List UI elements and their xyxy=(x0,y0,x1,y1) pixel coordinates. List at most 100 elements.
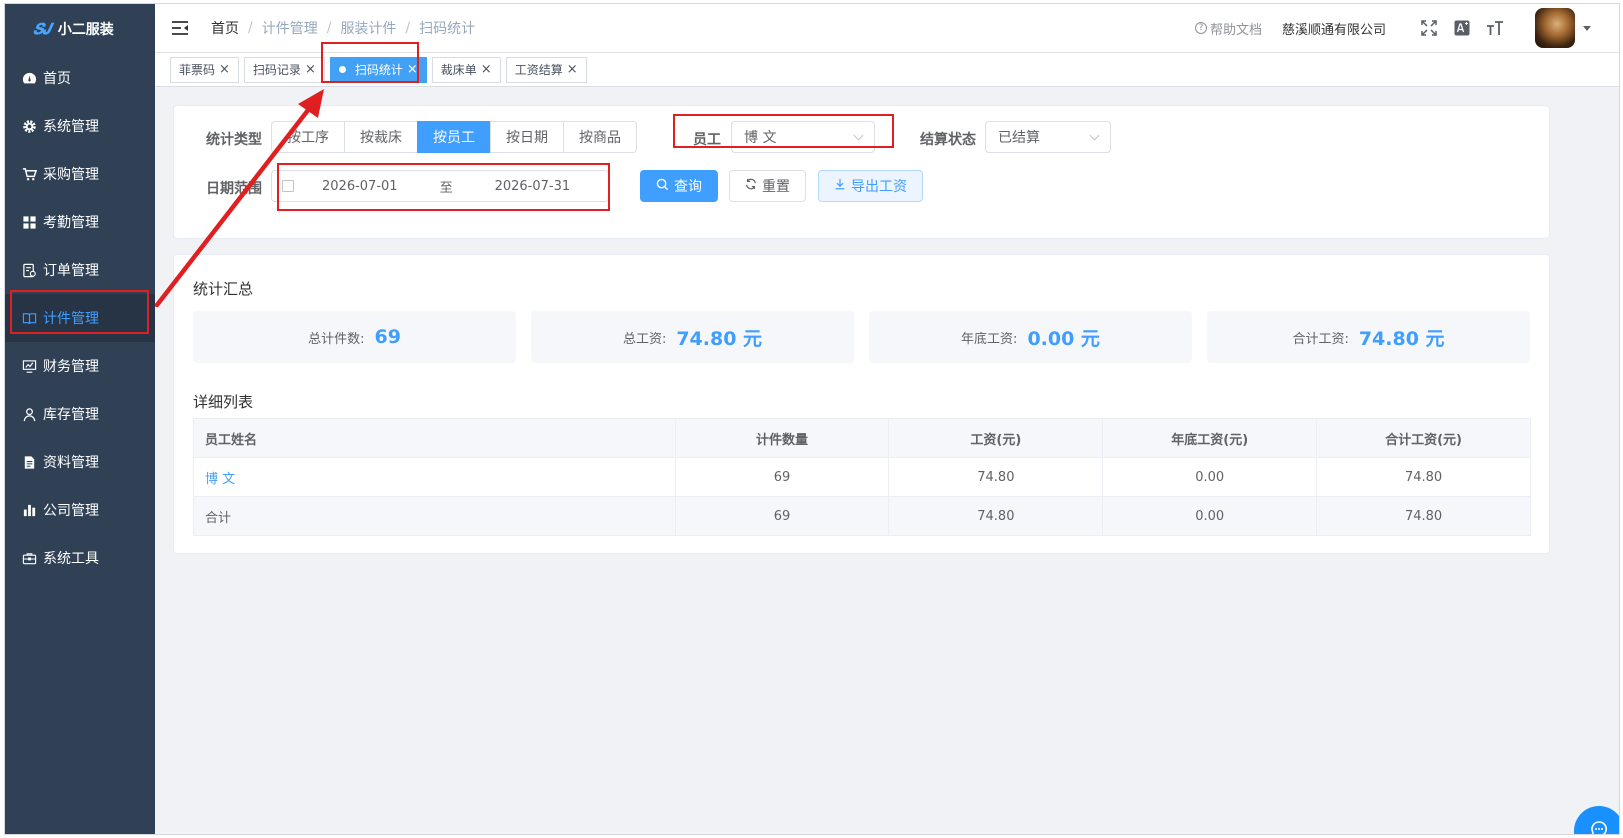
tag-label: 裁床单 xyxy=(440,63,477,77)
stat-type-by-date[interactable]: 按日期 xyxy=(490,121,564,153)
sidebar-item-label: 计件管理 xyxy=(43,311,99,327)
sidebar-item-tools[interactable]: 系统工具 xyxy=(5,534,155,582)
menu-toggle-icon[interactable] xyxy=(171,20,189,36)
stat-label: 合计工资: xyxy=(1292,331,1349,347)
sidebar-item-label: 公司管理 xyxy=(43,503,99,519)
help-docs-label: 帮助文档 xyxy=(1209,22,1262,38)
table-cell: 69 xyxy=(674,496,890,536)
date-start-input[interactable]: 2026-07-01 xyxy=(322,179,398,194)
chevron-down-icon[interactable] xyxy=(1583,25,1591,31)
navbar-right: ? 帮助文档 慈溪顺通有限公司 xyxy=(1194,4,1619,52)
tags-view: 菲票码 × 扫码记录 × 扫码统计 × 裁床单 × 工资结算 × xyxy=(155,53,1619,87)
app-logo[interactable]: 𝑺𝑱 小二服装 xyxy=(5,4,155,54)
page-content: 统计类型 按工序 按裁床 按员工 按日期 按商品 员工 博 文 结算状态 已结算 xyxy=(155,88,1619,834)
stat-type-label: 统计类型 xyxy=(206,132,262,148)
date-range-separator: 至 xyxy=(439,180,453,196)
employee-select[interactable]: 博 文 xyxy=(731,121,875,153)
column-header[interactable]: 合计工资(元) xyxy=(1316,418,1531,458)
sidebar-item-label: 资料管理 xyxy=(43,455,99,471)
breadcrumb-item: 计件管理 xyxy=(261,21,318,37)
stat-type-by-cutting[interactable]: 按裁床 xyxy=(344,121,418,153)
search-icon xyxy=(656,178,669,195)
stat-type-by-product[interactable]: 按商品 xyxy=(563,121,637,153)
chat-icon xyxy=(1589,819,1609,834)
sidebar-item-attendance[interactable]: 考勤管理 xyxy=(5,198,155,246)
tag-feipiao[interactable]: 菲票码 × xyxy=(170,56,239,83)
sidebar-item-label: 系统管理 xyxy=(43,119,99,135)
close-icon[interactable]: × xyxy=(567,62,578,77)
order-icon xyxy=(21,262,37,278)
sidebar-item-purchase[interactable]: 采购管理 xyxy=(5,150,155,198)
sidebar-item-system[interactable]: 系统管理 xyxy=(5,102,155,150)
help-docs-link[interactable]: ? 帮助文档 xyxy=(1194,19,1262,38)
sidebar-item-label: 采购管理 xyxy=(43,167,99,183)
fullscreen-icon[interactable] xyxy=(1420,19,1438,37)
reset-button-label: 重置 xyxy=(762,179,790,195)
document-icon xyxy=(21,454,37,470)
column-header[interactable]: 年底工资(元) xyxy=(1102,418,1318,458)
stat-total-wage: 总工资: 74.80 元 xyxy=(531,311,854,363)
employee-select-value: 博 文 xyxy=(744,130,777,146)
export-wage-button-label: 导出工资 xyxy=(851,179,907,195)
stat-type-group: 按工序 按裁床 按员工 按日期 按商品 xyxy=(271,121,637,153)
tag-scan-records[interactable]: 扫码记录 × xyxy=(243,56,325,83)
stat-label: 总工资: xyxy=(622,331,667,347)
sidebar-item-finance[interactable]: 财务管理 xyxy=(5,342,155,390)
sidebar-item-materials[interactable]: 资料管理 xyxy=(5,438,155,486)
close-icon[interactable]: × xyxy=(219,62,230,77)
tag-label: 工资结算 xyxy=(514,63,563,77)
stat-value: 69 xyxy=(374,326,401,348)
table-cell: 74.80 xyxy=(1316,496,1531,536)
close-icon[interactable]: × xyxy=(407,62,418,77)
close-icon[interactable]: × xyxy=(481,62,492,77)
tag-cutting-sheet[interactable]: 裁床单 × xyxy=(431,56,501,83)
summary-title: 统计汇总 xyxy=(193,280,254,298)
chat-button[interactable] xyxy=(1574,806,1619,834)
sidebar-item-home[interactable]: 首页 xyxy=(5,54,155,102)
filter-panel: 统计类型 按工序 按裁床 按员工 按日期 按商品 员工 博 文 结算状态 已结算 xyxy=(173,105,1550,239)
stat-value: 0.00 元 xyxy=(1027,327,1100,350)
close-icon[interactable]: × xyxy=(305,62,316,77)
employee-name-link[interactable]: 博 文 xyxy=(193,457,676,497)
bar-chart-icon xyxy=(21,502,37,518)
date-range-picker[interactable]: 2026-07-01 至 2026-07-31 xyxy=(271,170,609,202)
table-cell: 合计 xyxy=(193,496,676,536)
detail-title: 详细列表 xyxy=(193,393,254,411)
app-window: 𝑺𝑱 小二服装 首页 系统管理 采购管理 考勤管理 订单管理 计件管理 财务管理… xyxy=(4,3,1620,835)
reset-button[interactable]: 重置 xyxy=(729,170,806,202)
column-header[interactable]: 计件数量 xyxy=(674,418,890,458)
main-area: 首页 / 计件管理 / 服装计件 / 扫码统计 ? 帮助文档 慈溪顺通有限公司 xyxy=(155,4,1619,834)
settle-status-select[interactable]: 已结算 xyxy=(985,121,1111,153)
sidebar-item-orders[interactable]: 订单管理 xyxy=(5,246,155,294)
tag-label: 扫码统计 xyxy=(354,63,403,77)
sidebar-item-inventory[interactable]: 库存管理 xyxy=(5,390,155,438)
sidebar-item-label: 考勤管理 xyxy=(43,215,99,231)
font-size-icon[interactable] xyxy=(1486,19,1504,37)
summary-panel: 统计汇总 总计件数: 69 总工资: 74.80 元 年底工资: 0.00 元 … xyxy=(173,254,1550,554)
table-cell: 0.00 xyxy=(1102,496,1318,536)
query-button[interactable]: 查询 xyxy=(640,170,718,202)
stat-grand-total-wage: 合计工资: 74.80 元 xyxy=(1207,311,1530,363)
employee-name[interactable]: 博 文 xyxy=(205,472,235,487)
refresh-icon xyxy=(745,178,757,194)
language-icon[interactable] xyxy=(1453,19,1471,37)
tag-scan-stats[interactable]: 扫码统计 × xyxy=(329,56,427,83)
settle-status-label: 结算状态 xyxy=(920,132,976,148)
breadcrumb-item[interactable]: 首页 xyxy=(211,18,239,38)
company-name[interactable]: 慈溪顺通有限公司 xyxy=(1282,19,1386,38)
column-header[interactable]: 工资(元) xyxy=(888,418,1104,458)
sidebar-item-company[interactable]: 公司管理 xyxy=(5,486,155,534)
date-end-input[interactable]: 2026-07-31 xyxy=(495,179,571,194)
stat-type-by-process[interactable]: 按工序 xyxy=(271,121,345,153)
logo-mark-icon: 𝑺𝑱 xyxy=(33,20,51,38)
sidebar-item-piecework[interactable]: 计件管理 xyxy=(5,294,155,342)
column-header[interactable]: 员工姓名 xyxy=(193,418,676,458)
employee-label: 员工 xyxy=(693,132,721,148)
sidebar: 𝑺𝑱 小二服装 首页 系统管理 采购管理 考勤管理 订单管理 计件管理 财务管理… xyxy=(5,4,155,834)
table-row[interactable]: 博 文 69 74.80 0.00 74.80 xyxy=(193,457,1531,497)
export-wage-button[interactable]: 导出工资 xyxy=(818,170,923,202)
user-avatar[interactable] xyxy=(1535,8,1575,48)
stat-label: 总计件数: xyxy=(308,331,365,347)
stat-type-by-employee[interactable]: 按员工 xyxy=(417,121,491,153)
tag-wage-settlement[interactable]: 工资结算 × xyxy=(505,56,587,83)
